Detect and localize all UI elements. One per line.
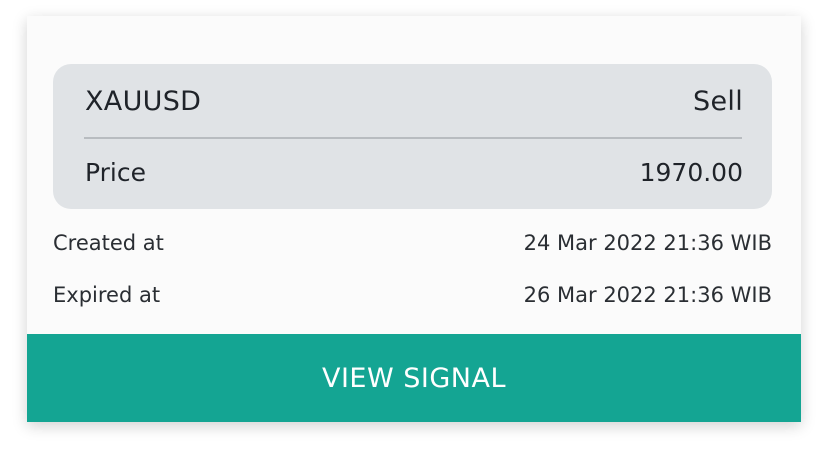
expired-at-value: 26 Mar 2022 21:36 WIB (523, 283, 772, 307)
expired-at-label: Expired at (53, 283, 161, 307)
symbol-label: XAUUSD (85, 86, 202, 117)
view-signal-button[interactable]: VIEW SIGNAL (27, 334, 801, 422)
panel-divider (84, 137, 742, 139)
created-at-value: 24 Mar 2022 21:36 WIB (523, 231, 772, 255)
price-label: Price (85, 158, 146, 187)
action-label: Sell (693, 86, 743, 117)
signal-summary-panel: XAUUSD Sell Price 1970.00 (53, 64, 772, 209)
created-at-label: Created at (53, 231, 164, 255)
signal-card: XAUUSD Sell Price 1970.00 Created at 24 … (27, 16, 801, 422)
price-value: 1970.00 (639, 158, 743, 187)
